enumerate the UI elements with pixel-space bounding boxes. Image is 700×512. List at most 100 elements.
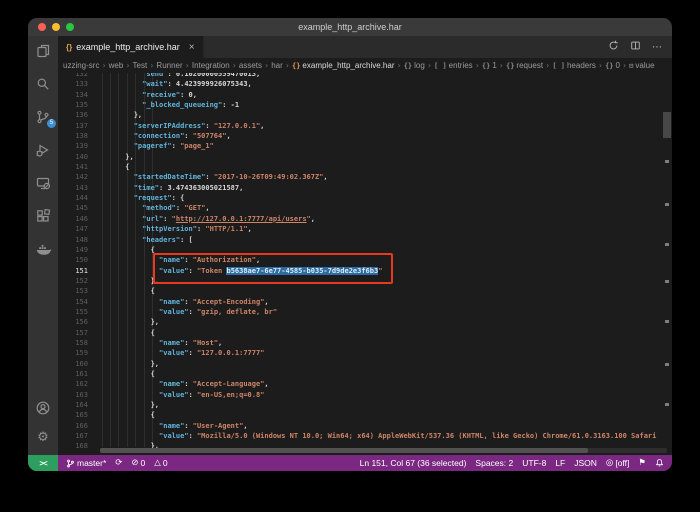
branch-indicator[interactable]: master*	[66, 458, 106, 469]
line-number[interactable]: 159	[58, 348, 100, 358]
code-line[interactable]: 134 "receive": 0,	[58, 90, 672, 100]
source-control-icon[interactable]: 5	[34, 109, 52, 125]
sync-indicator[interactable]: ⟳	[115, 458, 122, 468]
code-line[interactable]: 158 "name": "Host",	[58, 338, 672, 348]
line-number[interactable]: 154	[58, 297, 100, 307]
code-line[interactable]: 142 "startedDateTime": "2017-10-26T09:49…	[58, 172, 672, 182]
code-line[interactable]: 141 {	[58, 162, 672, 172]
feedback[interactable]: ⚑	[638, 458, 646, 468]
title-bar[interactable]: example_http_archive.har	[28, 18, 672, 36]
line-number[interactable]: 135	[58, 100, 100, 110]
line-number[interactable]: 147	[58, 224, 100, 234]
eol[interactable]: LF	[555, 458, 565, 468]
code-line[interactable]: 166 "name": "User-Agent",	[58, 421, 672, 431]
line-number[interactable]: 144	[58, 193, 100, 203]
code-line[interactable]: 146 "url": "http://127.0.0.1:7777/api/us…	[58, 214, 672, 224]
line-number[interactable]: 162	[58, 379, 100, 389]
line-number[interactable]: 158	[58, 338, 100, 348]
code-line[interactable]: 145 "method": "GET",	[58, 203, 672, 213]
breadcrumb-item-web[interactable]: web	[109, 61, 124, 70]
tab-example-http-archive[interactable]: {} example_http_archive.har ×	[58, 36, 204, 58]
line-number[interactable]: 143	[58, 183, 100, 193]
line-number[interactable]: 146	[58, 214, 100, 224]
code-line[interactable]: 151 "value": "Token b5638ae7-6e77-4585-b…	[58, 266, 672, 276]
language-mode[interactable]: JSON	[574, 458, 597, 468]
code-line[interactable]: 153 {	[58, 286, 672, 296]
code-line[interactable]: 167 "value": "Mozilla/5.0 (Windows NT 10…	[58, 431, 672, 441]
line-number[interactable]: 161	[58, 369, 100, 379]
line-number[interactable]: 139	[58, 141, 100, 151]
line-number[interactable]: 137	[58, 121, 100, 131]
notifications[interactable]	[655, 458, 664, 468]
breadcrumb-item-value[interactable]: ⊟value	[629, 61, 654, 70]
encoding[interactable]: UTF-8	[522, 458, 546, 468]
breadcrumb-item-integration[interactable]: Integration	[192, 61, 230, 70]
code-line[interactable]: 161 {	[58, 369, 672, 379]
split-editor-icon[interactable]	[630, 38, 641, 56]
code-line[interactable]: 137 "serverIPAddress": "127.0.0.1",	[58, 121, 672, 131]
run-debug-icon[interactable]	[34, 142, 52, 158]
vertical-scrollbar[interactable]	[663, 112, 671, 138]
code-line[interactable]: 156 },	[58, 317, 672, 327]
line-number[interactable]: 142	[58, 172, 100, 182]
line-number[interactable]: 164	[58, 400, 100, 410]
code-line[interactable]: 165 {	[58, 410, 672, 420]
more-actions-icon[interactable]: ⋯	[652, 42, 662, 53]
horizontal-scrollbar-thumb[interactable]	[100, 448, 588, 453]
line-number[interactable]: 141	[58, 162, 100, 172]
line-number[interactable]: 152	[58, 276, 100, 286]
close-button[interactable]	[38, 23, 46, 31]
line-number[interactable]: 155	[58, 307, 100, 317]
screencast-toggle[interactable]: ◎[off]	[606, 458, 629, 468]
explorer-icon[interactable]	[34, 43, 52, 59]
code-line[interactable]: 144 "request": {	[58, 193, 672, 203]
line-number[interactable]: 151	[58, 266, 100, 276]
editor-pane[interactable]: 132 "send": 0.10200000559470013,133 "wai…	[58, 73, 672, 455]
indentation[interactable]: Spaces: 2	[475, 458, 513, 468]
line-number[interactable]: 150	[58, 255, 100, 265]
cursor-position[interactable]: Ln 151, Col 67 (36 selected)	[360, 458, 467, 468]
line-number[interactable]: 156	[58, 317, 100, 327]
code-line[interactable]: 154 "name": "Accept-Encoding",	[58, 297, 672, 307]
breadcrumb-item-har[interactable]: har	[271, 61, 283, 70]
breadcrumb-item-runner[interactable]: Runner	[156, 61, 182, 70]
line-number[interactable]: 136	[58, 110, 100, 120]
line-number[interactable]: 166	[58, 421, 100, 431]
code-line[interactable]: 159 "value": "127.0.0.1:7777"	[58, 348, 672, 358]
minimize-button[interactable]	[52, 23, 60, 31]
line-number[interactable]: 157	[58, 328, 100, 338]
search-icon[interactable]	[34, 76, 52, 92]
remote-indicator[interactable]: ><	[28, 455, 58, 471]
breadcrumb-item-entries[interactable]: [ ]entries	[434, 61, 473, 70]
code-line[interactable]: 162 "name": "Accept-Language",	[58, 379, 672, 389]
code-line[interactable]: 139 "pageref": "page_1"	[58, 141, 672, 151]
line-number[interactable]: 153	[58, 286, 100, 296]
line-number[interactable]: 168	[58, 441, 100, 451]
errors-indicator[interactable]: ⊘0	[131, 458, 145, 468]
settings-icon[interactable]: ⚙	[34, 430, 52, 446]
code-line[interactable]: 155 "value": "gzip, deflate, br"	[58, 307, 672, 317]
line-number[interactable]: 167	[58, 431, 100, 441]
line-number[interactable]: 160	[58, 359, 100, 369]
breadcrumb-item-uzzing-src[interactable]: uzzing-src	[63, 61, 99, 70]
docker-icon[interactable]	[34, 241, 52, 257]
code-line[interactable]: 136 },	[58, 110, 672, 120]
code-line[interactable]: 135 "_blocked_queueing": -1	[58, 100, 672, 110]
code-line[interactable]: 133 "wait": 4.423999926075343,	[58, 79, 672, 89]
line-number[interactable]: 163	[58, 390, 100, 400]
selected-token-text[interactable]: b5638ae7-6e77-4585-b035-7d9de2e3f6b3	[226, 267, 378, 275]
code-line[interactable]: 164 },	[58, 400, 672, 410]
accounts-icon[interactable]	[34, 400, 52, 416]
code-line[interactable]: 157 {	[58, 328, 672, 338]
breadcrumb-item-log[interactable]: {}log	[404, 61, 425, 70]
code-line[interactable]: 150 "name": "Authorization",	[58, 255, 672, 265]
line-number[interactable]: 134	[58, 90, 100, 100]
code-line[interactable]: 160 },	[58, 359, 672, 369]
line-number[interactable]: 140	[58, 152, 100, 162]
zoom-button[interactable]	[66, 23, 74, 31]
warnings-indicator[interactable]: △0	[154, 458, 167, 468]
code-line[interactable]: 138 "connection": "507764",	[58, 131, 672, 141]
code-line[interactable]: 147 "httpVersion": "HTTP/1.1",	[58, 224, 672, 234]
breadcrumb-item-request[interactable]: {}request	[506, 61, 543, 70]
breadcrumb-item-0[interactable]: {}0	[605, 61, 620, 70]
